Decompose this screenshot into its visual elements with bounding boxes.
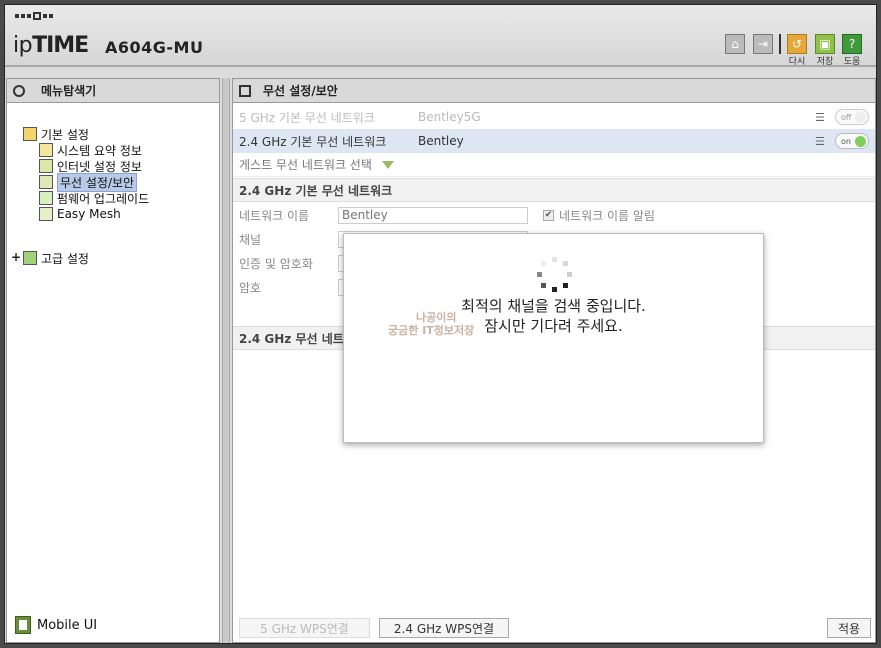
net-24ghz-toggle[interactable]: on [835,133,869,149]
help-button[interactable]: ? [842,34,862,54]
magnifier-icon [13,84,25,97]
brand-logo: ipTIME [13,33,89,58]
chart-icon [39,143,53,157]
folder-icon [23,127,37,141]
wps-24ghz-button[interactable]: 2.4 GHz WPS연결 [379,618,509,638]
save-label: 저장 [816,57,834,67]
tree-item-system-summary[interactable]: 시스템 요약 정보 [39,142,142,158]
broadcast-name-checkbox[interactable]: ✔ 네트워크 이름 알림 [543,207,655,224]
mesh-icon [39,207,53,221]
loading-spinner-icon [537,257,573,293]
network-name-row: 네트워크 이름 Bentley ✔ 네트워크 이름 알림 [239,206,655,224]
wifi-icon [39,175,53,189]
save-button[interactable]: ▣ [815,34,835,54]
expand-advanced-icon[interactable]: + [11,250,21,264]
tree-item-basic-settings[interactable]: 기본 설정 [23,126,89,142]
reload-icon: ↺ [791,37,803,51]
logout-icon: ⇥ [757,37,769,51]
apply-button[interactable]: 적용 [827,618,871,638]
menu-explorer-title: 메뉴탐색기 [7,79,219,103]
help-icon: ? [848,37,856,51]
network-name-input[interactable]: Bentley [338,206,528,224]
help-label: 도움 [843,57,861,67]
guest-network-row[interactable]: 게스트 무선 네트워크 선택 [233,153,875,177]
page-icon [239,84,251,97]
wireless-settings-title: 무선 설정/보안 [233,79,875,103]
net-5ghz-row[interactable]: 5 GHz 기본 무선 네트워크 Bentley5G ☰ off [233,105,875,129]
header-bar: ipTIME A604G-MU ⌂ ⇥ ↺ 다시 ▣ 저장 ? 도움 [5,5,876,67]
menu-explorer-pane: 메뉴탐색기 기본 설정 시스템 요약 정보 인터넷 설정 정보 무선 설정/보안 [6,78,220,643]
dropdown-triangle-icon [381,161,394,169]
net-5ghz-toggle[interactable]: off [835,109,869,125]
home-button[interactable]: ⌂ [725,34,745,54]
tree-item-firmware-upgrade[interactable]: 펌웨어 업그레이드 [39,190,149,206]
reload-button[interactable]: ↺ [787,34,807,54]
mobile-ui-link[interactable]: Mobile UI [15,616,97,634]
save-icon: ▣ [819,37,831,51]
grid-logo-icon [15,12,53,20]
filter-icon[interactable]: ☰ [815,111,825,124]
logout-button[interactable]: ⇥ [753,34,773,54]
mobile-icon [15,616,31,634]
header-divider [779,34,781,54]
model-name: A604G-MU [105,38,204,57]
filter-icon[interactable]: ☰ [815,135,825,148]
home-icon: ⌂ [731,37,739,51]
reload-label: 다시 [788,57,806,67]
folder-icon [23,251,37,265]
section-24ghz-basic: 2.4 GHz 기본 무선 네트워크 [233,178,875,202]
wps-5ghz-button[interactable]: 5 GHz WPS연결 [239,618,370,638]
tree-item-easy-mesh[interactable]: Easy Mesh [39,206,121,222]
tree-item-wireless-security[interactable]: 무선 설정/보안 [39,172,138,192]
tree-item-advanced-settings[interactable]: 고급 설정 [23,250,89,266]
watermark: 나공이의 궁금한 IT정보저장 [388,311,475,337]
monitor-icon [39,159,53,173]
pane-splitter[interactable] [222,78,230,643]
upgrade-icon [39,191,53,205]
channel-search-dialog: 최적의 채널을 검색 중입니다. 잠시만 기다려 주세요. 나공이의 궁금한 I… [343,233,764,443]
net-24ghz-row[interactable]: 2.4 GHz 기본 무선 네트워크 Bentley ☰ on [233,129,875,153]
